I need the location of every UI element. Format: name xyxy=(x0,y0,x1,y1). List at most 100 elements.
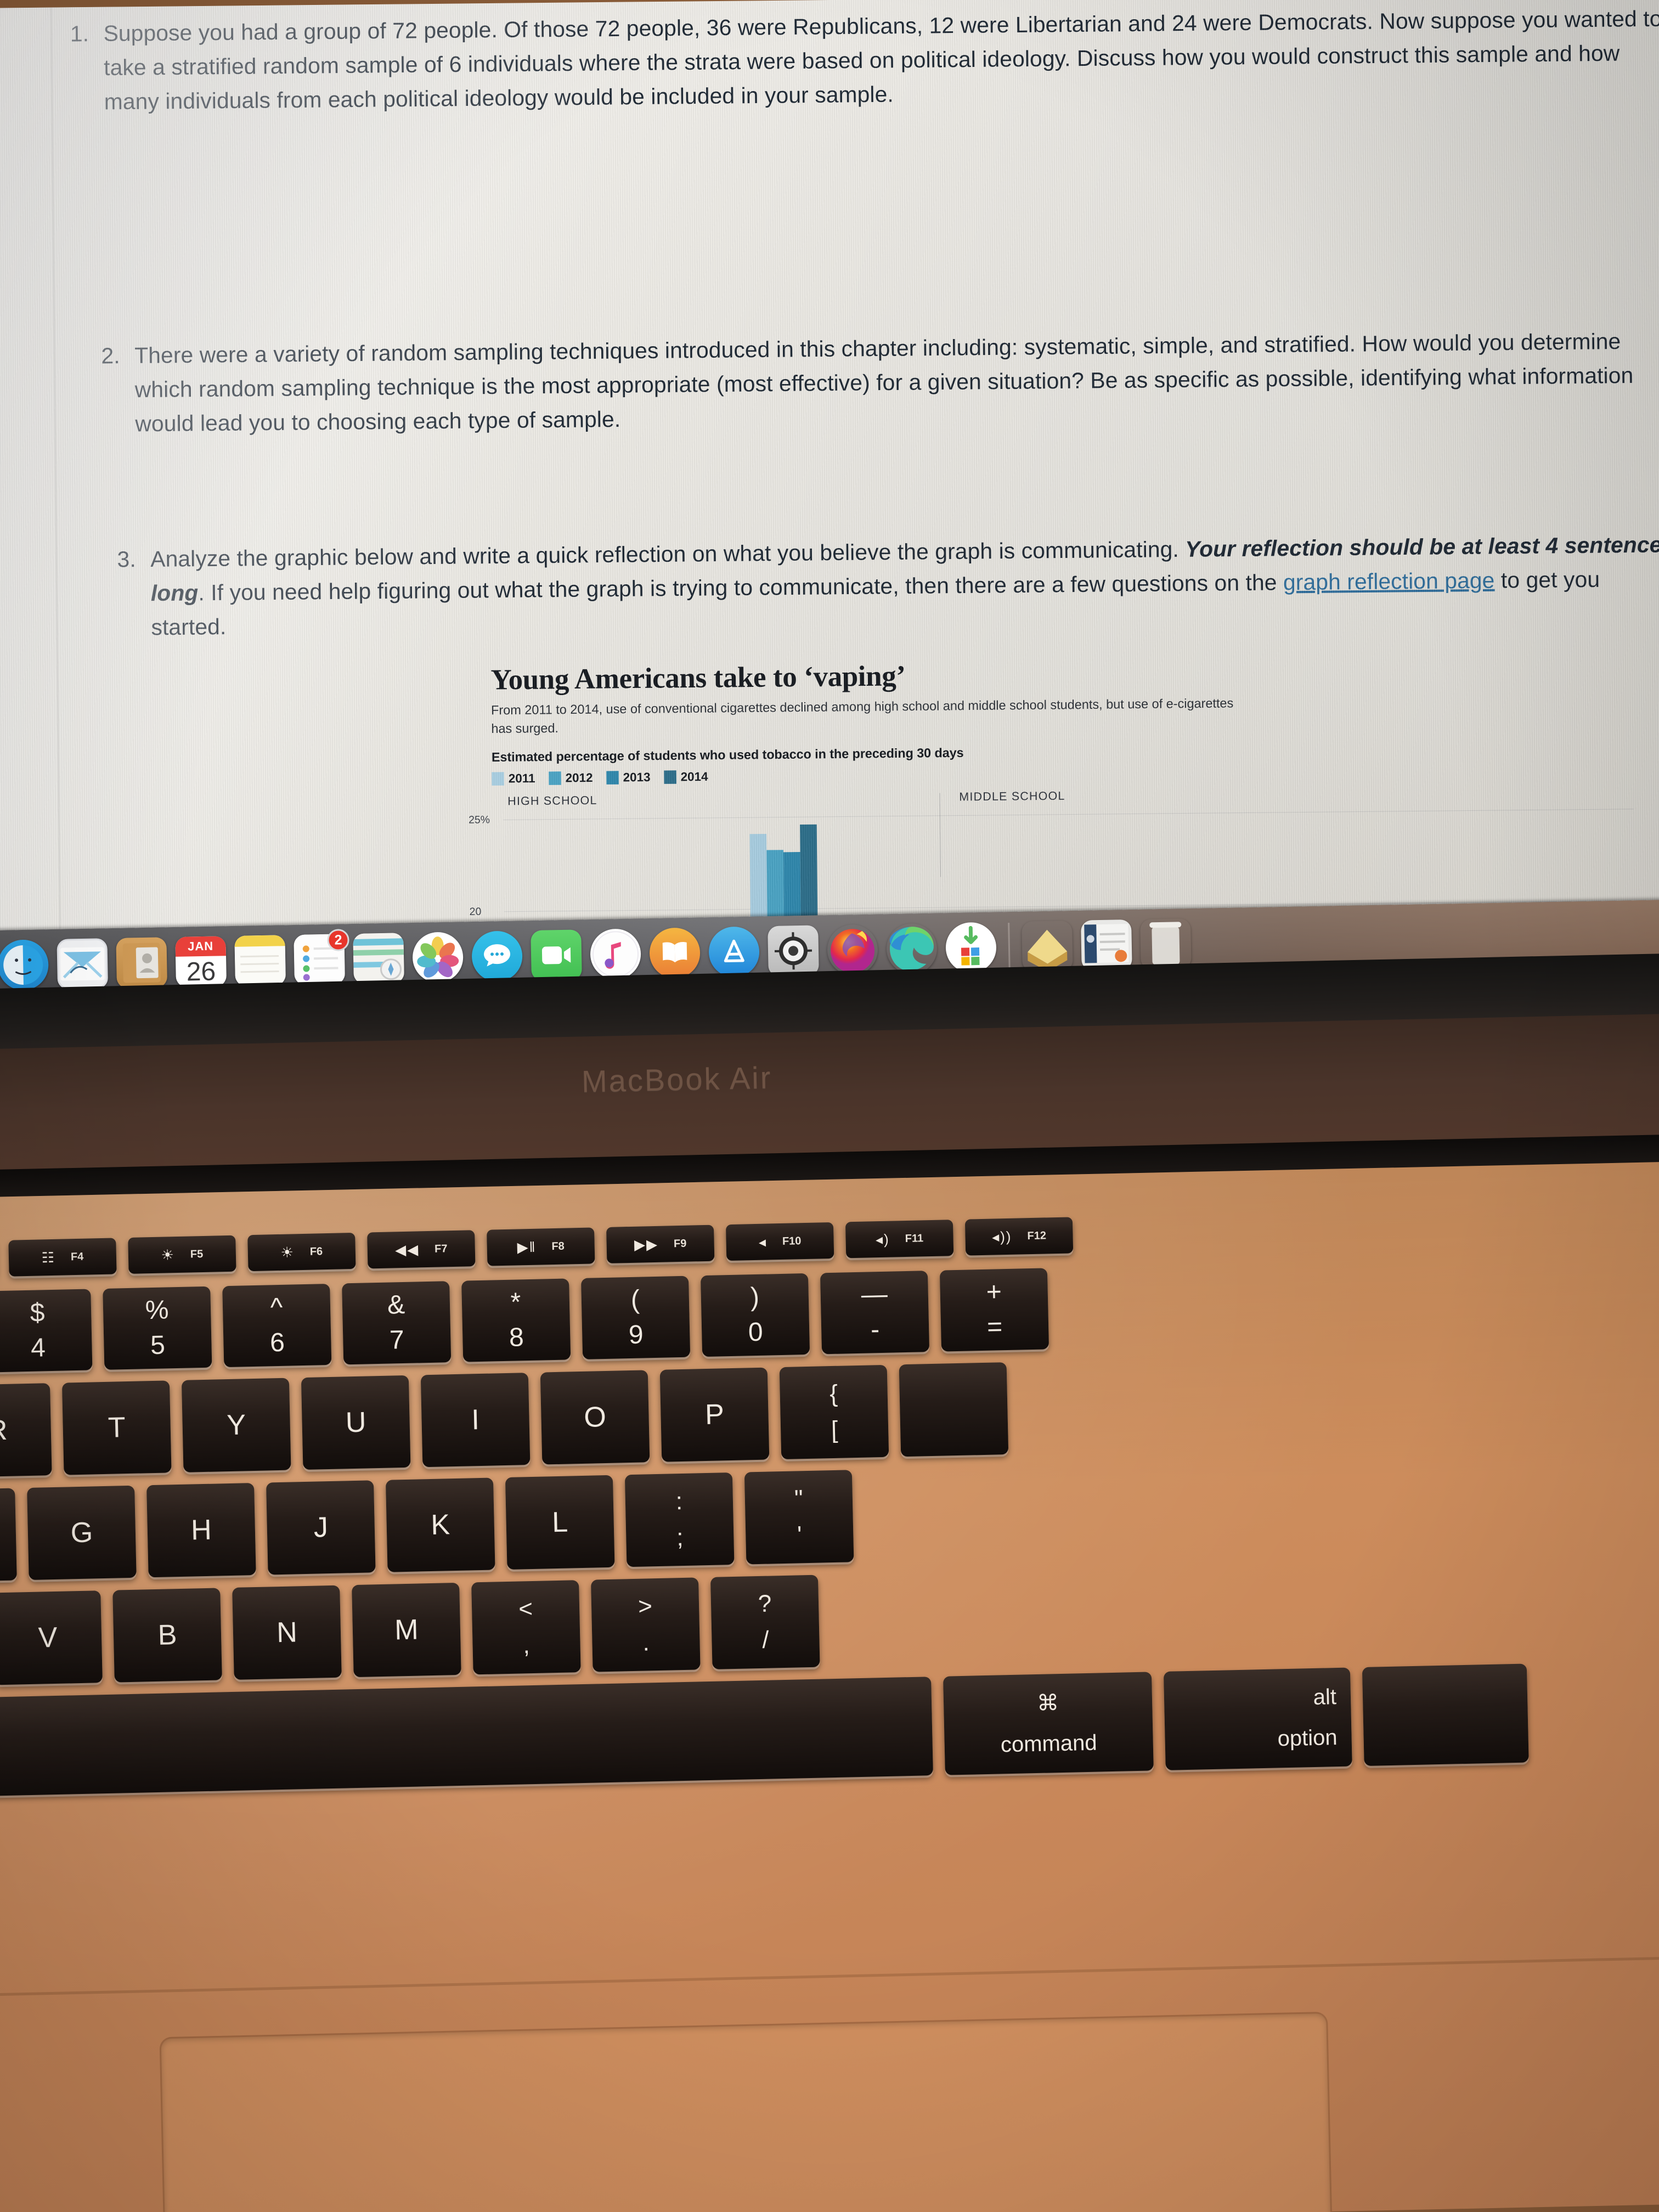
calendar-day: 26 xyxy=(186,957,216,987)
legend-item-2012: 2012 xyxy=(548,771,593,786)
key-quote-label: ' xyxy=(797,1521,803,1549)
key-n[interactable]: N xyxy=(232,1585,342,1680)
dock-item-reminders[interactable]: 2 xyxy=(290,929,349,989)
reminders-badge: 2 xyxy=(327,929,349,951)
bar-2012 xyxy=(766,850,785,922)
key-u[interactable]: U xyxy=(301,1375,411,1470)
keyboard-brightness-down-key[interactable]: ☀ F5 xyxy=(128,1235,236,1274)
key-h[interactable]: H xyxy=(146,1483,256,1578)
key-slash[interactable]: ? / xyxy=(710,1575,820,1669)
bar-group-high-school xyxy=(749,825,818,922)
key-quote[interactable]: " ' xyxy=(744,1470,854,1565)
key-period[interactable]: > . xyxy=(591,1577,701,1672)
key-j[interactable]: J xyxy=(266,1480,376,1575)
play-pause-key[interactable]: ▶‖ F8 xyxy=(487,1227,595,1266)
key-g[interactable]: G xyxy=(27,1485,137,1581)
key-right-bracket[interactable] xyxy=(899,1362,1009,1457)
key-comma[interactable]: < , xyxy=(471,1580,581,1675)
key-4[interactable]: $ 4 xyxy=(0,1289,93,1373)
key-left-bracket-shift-label: { xyxy=(829,1380,838,1408)
rewind-key[interactable]: ◀◀ F7 xyxy=(367,1230,476,1269)
rewind-glyph: ◀◀ xyxy=(394,1240,420,1258)
question-2: 2. There were a variety of random sampli… xyxy=(93,324,1659,442)
dock-item-mail[interactable] xyxy=(53,935,111,993)
dock-item-contacts[interactable] xyxy=(112,934,171,992)
key-k[interactable]: K xyxy=(385,1477,495,1572)
key-b[interactable]: B xyxy=(112,1588,222,1683)
key-i[interactable]: I xyxy=(420,1373,531,1468)
graph-reflection-page-link[interactable]: graph reflection page xyxy=(1283,568,1495,595)
key-left-bracket[interactable]: { [ xyxy=(779,1364,889,1460)
key-7[interactable]: & 7 xyxy=(342,1281,452,1365)
fast-forward-key[interactable]: ▶▶ F9 xyxy=(606,1224,715,1263)
key-6[interactable]: ^ 6 xyxy=(222,1283,332,1368)
space-bar[interactable] xyxy=(0,1677,933,1798)
key-equals[interactable]: + = xyxy=(939,1268,1049,1352)
downloads-folder-icon xyxy=(1022,921,1073,972)
key-o-label: O xyxy=(583,1401,607,1434)
page-margin-rule-left xyxy=(50,7,61,960)
dock-item-maps[interactable] xyxy=(349,929,408,988)
panel-label-middle-school: MIDDLE SCHOOL xyxy=(959,789,1065,804)
key-label-f9: F9 xyxy=(673,1237,687,1250)
dock-item-calendar[interactable]: JAN 26 xyxy=(172,933,230,991)
keyboard[interactable]: ⌸ F3 ☷ F4 ☀ F5 ☀ F6 ◀◀ F7 ▶‖ F8 xyxy=(0,1203,1659,1900)
key-comma-shift-label: < xyxy=(518,1595,533,1623)
key-j-label: J xyxy=(313,1511,329,1544)
key-f[interactable]: F xyxy=(0,1488,17,1583)
dock-item-photos[interactable] xyxy=(409,928,467,986)
key-9-label: 9 xyxy=(628,1320,644,1350)
legend-swatch-2013 xyxy=(606,771,619,785)
key-minus-label: - xyxy=(870,1315,880,1345)
key-0[interactable]: ) 0 xyxy=(700,1273,810,1357)
key-8[interactable]: * 8 xyxy=(461,1278,571,1362)
key-8-shift-label: * xyxy=(510,1288,521,1317)
key-r[interactable]: R xyxy=(0,1383,52,1478)
question-1-number: 1. xyxy=(70,21,89,47)
dock-item-messages[interactable] xyxy=(468,927,526,985)
volume-down-glyph: ◂) xyxy=(875,1231,890,1248)
mute-key[interactable]: ◂ F10 xyxy=(725,1222,834,1261)
key-left-bracket-label: [ xyxy=(831,1416,838,1444)
key-v-label: V xyxy=(38,1621,58,1654)
right-command-key[interactable]: ⌘ command xyxy=(943,1672,1154,1775)
key-label-f6: F6 xyxy=(309,1245,323,1258)
dock-item-music[interactable] xyxy=(586,925,645,983)
key-y[interactable]: Y xyxy=(181,1378,291,1472)
right-option-key[interactable]: alt option xyxy=(1163,1667,1352,1770)
music-icon xyxy=(590,928,641,980)
key-p[interactable]: P xyxy=(659,1367,770,1462)
key-5-shift-label: % xyxy=(145,1295,170,1325)
key-y-label: Y xyxy=(226,1409,246,1442)
calendar-month: JAN xyxy=(175,936,227,957)
macbook-air-brand-label: MacBook Air xyxy=(581,1060,772,1099)
arrow-keys-cluster[interactable] xyxy=(1362,1663,1529,1767)
dock-item-notes[interactable] xyxy=(231,932,289,990)
keyboard-brightness-up-key[interactable]: ☀ F6 xyxy=(247,1232,356,1272)
volume-down-key[interactable]: ◂) F11 xyxy=(845,1220,954,1259)
contacts-icon xyxy=(116,937,168,989)
key-r-label: R xyxy=(0,1414,8,1447)
key-t[interactable]: T xyxy=(61,1380,172,1475)
books-icon xyxy=(649,927,701,979)
key-semicolon[interactable]: : ; xyxy=(624,1472,735,1567)
key-m[interactable]: M xyxy=(352,1582,461,1678)
launchpad-key[interactable]: ☷ F4 xyxy=(8,1238,117,1277)
dock-item-finder[interactable] xyxy=(0,936,52,994)
volume-up-key[interactable]: ◂)) F12 xyxy=(964,1217,1074,1256)
firefox-icon xyxy=(827,924,878,975)
key-v[interactable]: V xyxy=(0,1590,103,1685)
key-u-label: U xyxy=(345,1406,367,1439)
key-5[interactable]: % 5 xyxy=(103,1286,212,1370)
document-icon xyxy=(1081,919,1132,971)
right-option-label: option xyxy=(1277,1725,1338,1751)
key-9[interactable]: ( 9 xyxy=(581,1276,691,1359)
key-o[interactable]: O xyxy=(540,1370,650,1465)
trackpad[interactable] xyxy=(159,2011,1339,2212)
dock-item-facetime[interactable] xyxy=(527,926,585,984)
key-l[interactable]: L xyxy=(505,1475,615,1570)
key-minus[interactable]: — - xyxy=(820,1271,930,1355)
key-quote-shift-label: " xyxy=(794,1485,804,1513)
key-k-label: K xyxy=(430,1509,450,1542)
app-store-icon xyxy=(708,926,760,978)
